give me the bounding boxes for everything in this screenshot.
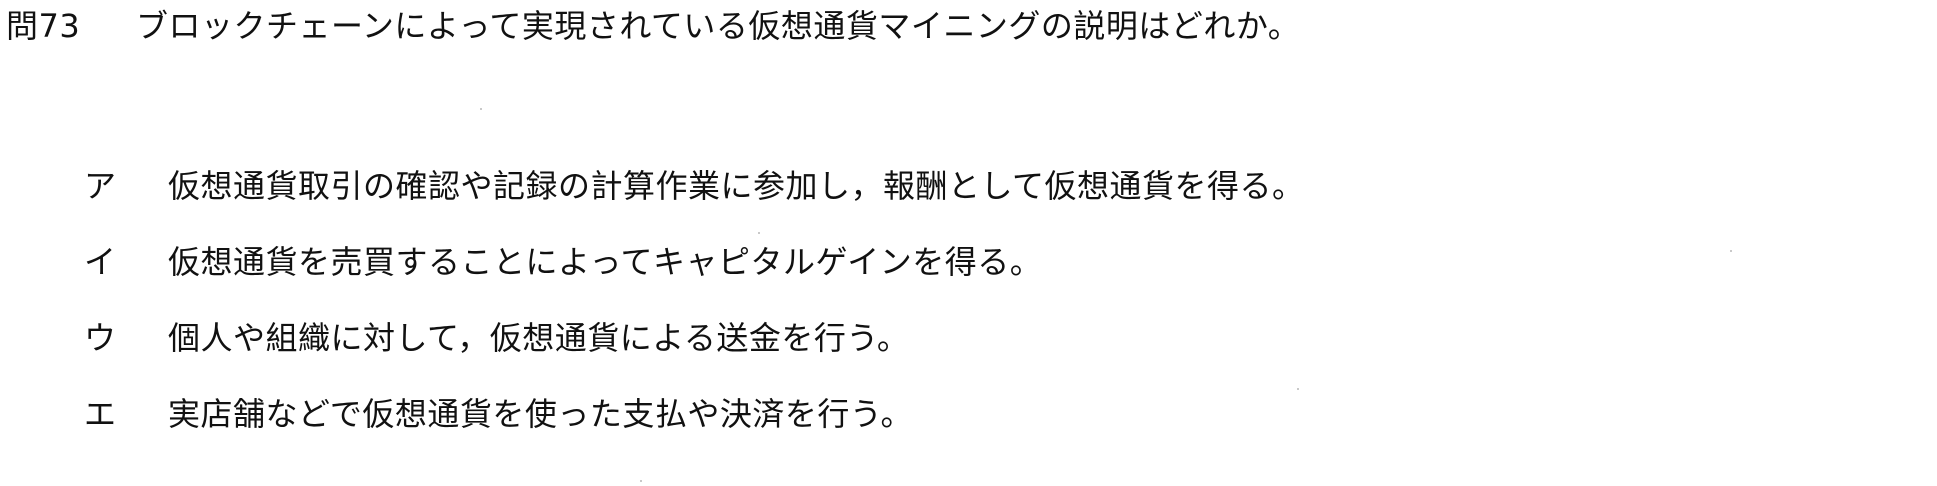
scan-speck (640, 480, 642, 482)
choice-u: ウ 個人や組織に対して，仮想通貨による送金を行う。 (84, 318, 1305, 394)
question-heading: 問73 ブロックチェーンによって実現されている仮想通貨マイニングの説明はどれか。 (6, 6, 1300, 46)
choice-i: イ 仮想通貨を売買することによってキャピタルゲインを得る。 (84, 242, 1305, 318)
choice-text: 仮想通貨を売買することによってキャピタルゲインを得る。 (168, 243, 1043, 281)
choice-label: ア (84, 167, 117, 205)
choice-text: 実店舗などで仮想通貨を使った支払や決済を行う。 (168, 395, 913, 433)
scan-speck (1297, 388, 1299, 390)
choice-a: ア 仮想通貨取引の確認や記録の計算作業に参加し，報酬として仮想通貨を得る。 (84, 166, 1305, 242)
choice-text: 仮想通貨取引の確認や記録の計算作業に参加し，報酬として仮想通貨を得る。 (168, 167, 1305, 205)
answer-choices: ア 仮想通貨取引の確認や記録の計算作業に参加し，報酬として仮想通貨を得る。 イ 仮想… (84, 166, 1305, 470)
choice-label: イ (84, 243, 117, 281)
choice-text: 個人や組織に対して，仮想通貨による送金を行う。 (168, 319, 910, 357)
choice-e: エ 実店舗などで仮想通貨を使った支払や決済を行う。 (84, 394, 1305, 470)
choice-label: ウ (84, 319, 117, 357)
choice-label: エ (84, 395, 117, 433)
scan-speck (1730, 250, 1732, 252)
scan-speck (480, 108, 482, 110)
scan-speck (758, 232, 760, 234)
question-number: 問73 (6, 7, 81, 45)
question-text: ブロックチェーンによって実現されている仮想通貨マイニングの説明はどれか。 (136, 7, 1301, 45)
